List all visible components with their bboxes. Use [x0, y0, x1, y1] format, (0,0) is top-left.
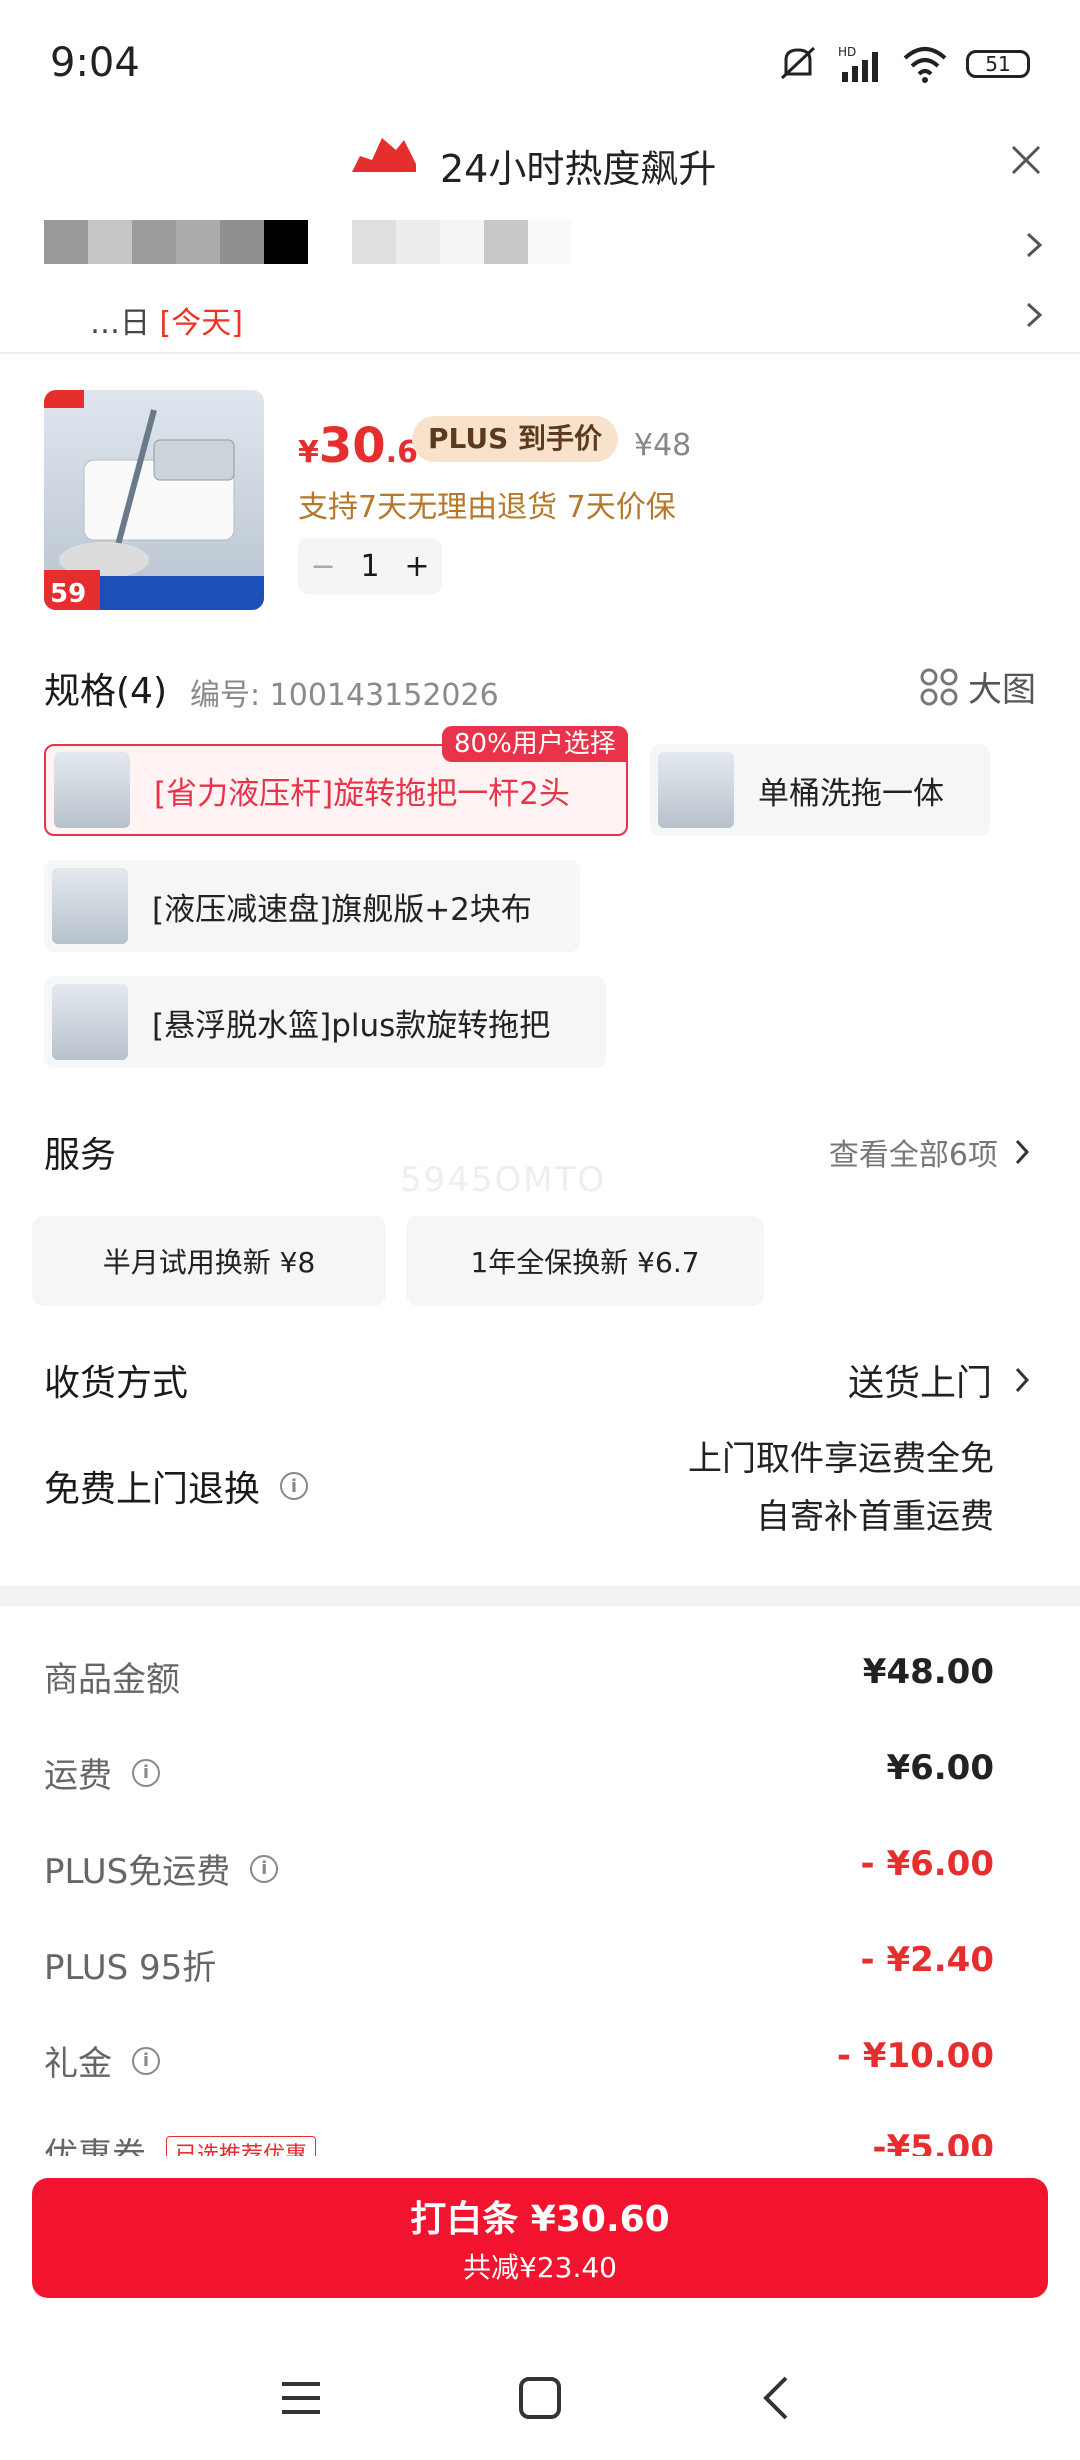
big-image-label: 大图	[968, 670, 1036, 710]
minus-icon[interactable]: −	[310, 549, 335, 584]
watermark: 5945OMTO	[400, 1160, 607, 1200]
summary-value: ¥48.00	[862, 1652, 994, 1692]
quantity-stepper[interactable]: − 1 +	[298, 538, 442, 594]
plus-price-badge: PLUS 到手价	[412, 416, 619, 462]
page-title: 24小时热度飙升	[440, 147, 717, 191]
summary-value: - ¥2.40	[860, 1940, 995, 1980]
summary-value: - ¥6.00	[860, 1844, 995, 1884]
chevron-right-icon[interactable]	[1024, 230, 1044, 260]
header: 24小时热度飙升	[0, 120, 1080, 200]
service-option[interactable]: 1年全保换新 ¥6.7	[406, 1216, 764, 1306]
spec-option-label: [液压减速盘]旗舰版+2块布	[152, 891, 532, 928]
home-icon[interactable]	[518, 2376, 562, 2420]
menu-icon[interactable]	[280, 2378, 322, 2418]
close-icon[interactable]	[1010, 144, 1042, 176]
delivery-method[interactable]: 送货上门	[848, 1354, 1030, 1406]
svg-text:HD: HD	[838, 45, 856, 59]
spec-option-label: [省力液压杆]旋转拖把一杆2头	[154, 775, 570, 812]
summary-value: - ¥10.00	[836, 2036, 994, 2076]
spec-option-label: 单桶洗拖一体	[758, 775, 944, 812]
mute-icon	[780, 46, 816, 80]
summary-value: ¥6.00	[886, 1748, 994, 1788]
spec-option[interactable]: [液压减速盘]旗舰版+2块布	[44, 860, 580, 952]
delivery-date-partial: …日 [今天]	[90, 306, 243, 341]
chevron-right-icon	[1015, 1367, 1030, 1393]
image-promo-text: 59	[50, 579, 86, 609]
spec-thumbnail	[52, 984, 128, 1060]
quantity-value: 1	[360, 548, 380, 584]
section-divider	[0, 1586, 1080, 1606]
plus-icon[interactable]: +	[404, 549, 429, 584]
pay-button-discount: 共减¥23.40	[463, 2251, 617, 2284]
chevron-right-icon[interactable]	[1024, 300, 1044, 330]
wifi-icon	[903, 47, 947, 83]
status-time: 9:04	[50, 40, 140, 86]
redacted-address-row[interactable]	[44, 220, 572, 264]
spec-thumbnail	[54, 752, 130, 828]
trending-logo-icon	[352, 138, 416, 172]
spec-option[interactable]: [悬浮脱水篮]plus款旋转拖把	[44, 976, 606, 1068]
back-icon[interactable]	[760, 2374, 790, 2422]
delivery-label: 收货方式	[44, 1363, 189, 1404]
info-icon[interactable]: i	[250, 1854, 279, 1883]
signal-icon: HD	[838, 45, 878, 82]
original-price: ¥48	[634, 428, 692, 463]
summary-label: PLUS免运费 i	[44, 1844, 279, 1893]
product-image[interactable]: 59	[44, 390, 264, 610]
service-option[interactable]: 半月试用换新 ¥8	[32, 1216, 386, 1306]
pay-button-label: 打白条 ¥30.60	[410, 2199, 670, 2240]
view-all-services[interactable]: 查看全部6项	[829, 1130, 1030, 1174]
info-icon[interactable]: i	[132, 1758, 160, 1787]
grid-icon	[920, 668, 958, 705]
product-price: ¥ 30 .6	[298, 418, 418, 474]
free-return-row: 免费上门退换 i	[44, 1460, 309, 1512]
spec-code: 编号: 100143152026	[190, 678, 499, 713]
return-policy: 支持7天无理由退货 7天价保	[298, 490, 676, 525]
divider	[0, 352, 1080, 354]
service-title: 服务	[44, 1135, 117, 1176]
summary-label: 商品金额	[44, 1660, 180, 1700]
spec-option-label: [悬浮脱水篮]plus款旋转拖把	[152, 1007, 551, 1044]
system-nav-bar	[0, 2340, 1080, 2460]
status-icons: HD 51	[776, 44, 1030, 84]
spec-thumbnail	[658, 752, 734, 828]
big-image-toggle[interactable]: 大图	[920, 662, 1036, 711]
spec-thumbnail	[52, 868, 128, 944]
pay-button[interactable]: 打白条 ¥30.60 共减¥23.40	[32, 2178, 1048, 2298]
chevron-right-icon	[1015, 1139, 1030, 1165]
summary-label: 运费 i	[44, 1748, 160, 1797]
return-info: 上门取件享运费全免 自寄补首重运费	[688, 1439, 994, 1537]
summary-label: PLUS 95折	[44, 1948, 217, 1988]
popular-badge: 80%用户选择	[442, 726, 628, 762]
summary-label: 礼金 i	[44, 2036, 160, 2085]
info-icon[interactable]: i	[132, 2046, 160, 2075]
spec-title: 规格(4)	[44, 671, 167, 712]
info-icon[interactable]: i	[280, 1472, 309, 1500]
spec-option[interactable]: 单桶洗拖一体	[650, 744, 990, 836]
battery-indicator: 51	[966, 50, 1030, 78]
